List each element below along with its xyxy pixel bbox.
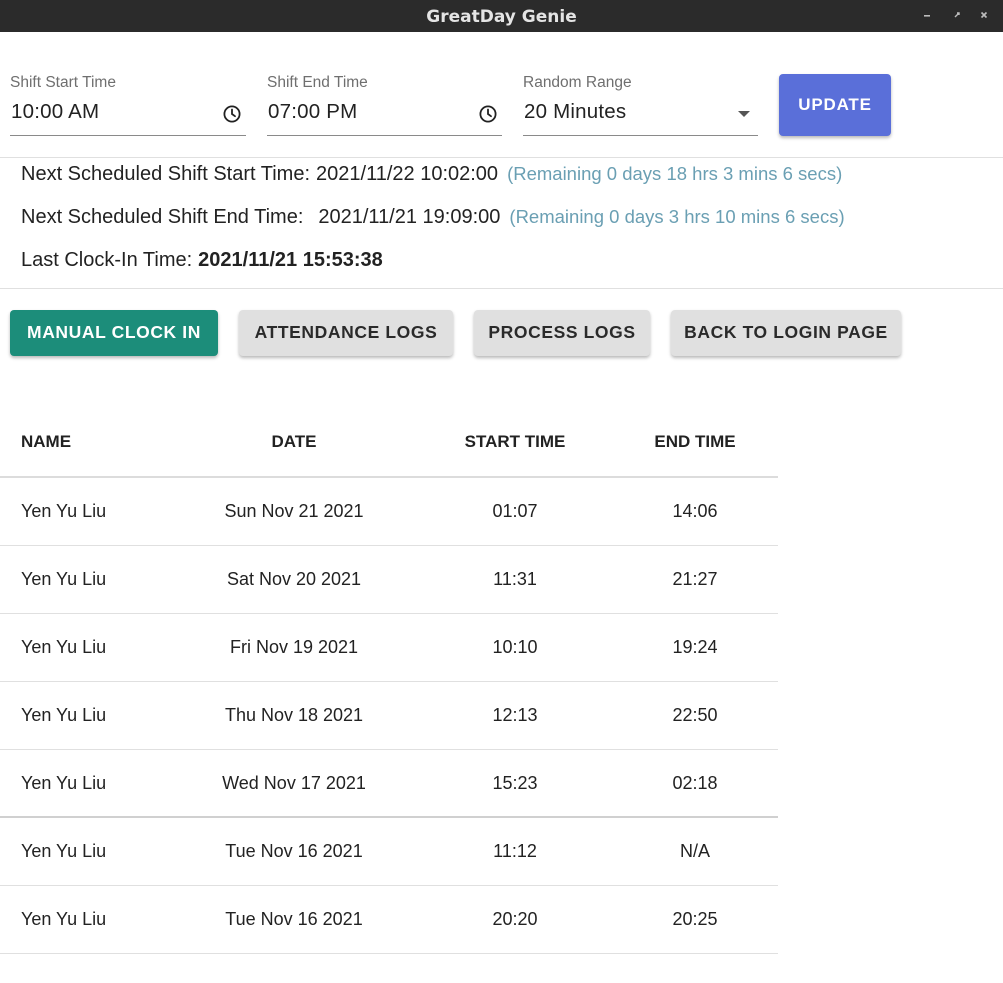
cell-start-time: 11:12 — [493, 841, 537, 861]
back-to-login-button[interactable]: BACK TO LOGIN PAGE — [671, 310, 901, 356]
next-shift-start-remaining: (Remaining 0 days 18 hrs 3 mins 6 secs) — [507, 163, 843, 184]
table-row: Yen Yu Liu Fri Nov 19 2021 10:10 19:24 — [0, 614, 778, 682]
shift-end-time-value[interactable]: 07:00 PM — [268, 100, 357, 124]
last-clock-in-label: Last Clock-In Time: — [21, 249, 193, 271]
last-clock-in-line: Last Clock-In Time: 2021/11/21 15:53:38 — [21, 249, 383, 272]
close-icon[interactable] — [977, 8, 991, 22]
table-row: Yen Yu Liu Tue Nov 16 2021 20:20 20:25 — [0, 886, 778, 954]
cell-name: Yen Yu Liu — [21, 637, 107, 657]
cell-start-time: 01:07 — [492, 501, 538, 521]
cell-date: Fri Nov 19 2021 — [229, 637, 359, 657]
cell-date: Wed Nov 17 2021 — [222, 773, 366, 793]
next-shift-end-value: 2021/11/21 19:09:00 — [318, 206, 501, 228]
cell-date: Tue Nov 16 2021 — [225, 909, 363, 929]
cell-end-time: 21:27 — [672, 569, 718, 589]
random-range-label: Random Range — [523, 74, 632, 91]
cell-name: Yen Yu Liu — [21, 773, 107, 793]
divider — [0, 288, 1003, 289]
cell-start-time: 12:13 — [492, 705, 538, 725]
next-shift-start-label: Next Scheduled Shift Start Time: — [21, 163, 311, 185]
shift-start-time-label: Shift Start Time — [10, 74, 116, 91]
last-clock-in-value: 2021/11/21 15:53:38 — [198, 249, 383, 271]
cell-date: Tue Nov 16 2021 — [225, 841, 363, 861]
clock-icon[interactable] — [222, 104, 242, 124]
column-header-name: NAME — [21, 432, 72, 451]
cell-name: Yen Yu Liu — [21, 569, 107, 589]
attendance-table: NAME DATE START TIME END TIME Yen Yu Liu… — [0, 405, 778, 954]
shift-end-time-label: Shift End Time — [267, 74, 368, 91]
cell-date: Sat Nov 20 2021 — [226, 569, 362, 589]
clock-icon[interactable] — [478, 104, 498, 124]
column-header-date: DATE — [271, 432, 317, 451]
table-header: NAME DATE START TIME END TIME — [0, 405, 778, 478]
table-row: Yen Yu Liu Tue Nov 16 2021 11:12 N/A — [0, 818, 778, 886]
cell-start-time: 15:23 — [492, 773, 538, 793]
table-row: Yen Yu Liu Wed Nov 17 2021 15:23 02:18 — [0, 750, 778, 818]
next-shift-end-line: Next Scheduled Shift End Time: 2021/11/21… — [21, 206, 845, 229]
divider — [0, 157, 1003, 158]
shift-end-time-field[interactable]: Shift End Time 07:00 PM — [267, 62, 502, 136]
cell-end-time: 22:50 — [672, 705, 718, 725]
cell-date: Sun Nov 21 2021 — [224, 501, 364, 521]
table-row: Yen Yu Liu Thu Nov 18 2021 12:13 22:50 — [0, 682, 778, 750]
attendance-logs-button[interactable]: ATTENDANCE LOGS — [239, 310, 453, 356]
next-shift-end-remaining: (Remaining 0 days 3 hrs 10 mins 6 secs) — [509, 206, 845, 227]
table-row: Yen Yu Liu Sat Nov 20 2021 11:31 21:27 — [0, 546, 778, 614]
cell-name: Yen Yu Liu — [21, 909, 107, 929]
column-header-start-time: START TIME — [464, 432, 566, 451]
next-shift-end-label: Next Scheduled Shift End Time: — [21, 206, 304, 228]
table-row: Yen Yu Liu Sun Nov 21 2021 01:07 14:06 — [0, 478, 778, 546]
minimize-icon[interactable] — [920, 8, 934, 22]
cell-end-time: 02:18 — [672, 773, 718, 793]
process-logs-button[interactable]: PROCESS LOGS — [474, 310, 650, 356]
shift-start-time-field[interactable]: Shift Start Time 10:00 AM — [10, 62, 246, 136]
cell-name: Yen Yu Liu — [21, 841, 107, 861]
random-range-value[interactable]: 20 Minutes — [524, 100, 626, 124]
cell-name: Yen Yu Liu — [21, 705, 107, 725]
cell-start-time: 11:31 — [493, 569, 537, 589]
column-header-end-time: END TIME — [654, 432, 736, 451]
cell-end-time: N/A — [679, 841, 711, 861]
window-title: GreatDay Genie — [426, 7, 577, 27]
cell-start-time: 10:10 — [492, 637, 538, 657]
caret-down-icon[interactable] — [734, 104, 754, 124]
cell-end-time: 14:06 — [672, 501, 718, 521]
shift-start-time-value[interactable]: 10:00 AM — [11, 100, 99, 124]
cell-end-time: 19:24 — [672, 637, 718, 657]
maximize-icon[interactable] — [950, 8, 964, 22]
manual-clock-in-button[interactable]: MANUAL CLOCK IN — [10, 310, 218, 356]
next-shift-start-value: 2021/11/22 10:02:00 — [316, 163, 499, 185]
cell-date: Thu Nov 18 2021 — [224, 705, 364, 725]
random-range-select[interactable]: Random Range 20 Minutes — [523, 62, 758, 136]
cell-name: Yen Yu Liu — [21, 501, 107, 521]
next-shift-start-line: Next Scheduled Shift Start Time: 2021/11/… — [21, 163, 842, 186]
update-button[interactable]: UPDATE — [779, 74, 891, 136]
cell-end-time: 20:25 — [672, 909, 718, 929]
cell-start-time: 20:20 — [492, 909, 538, 929]
title-bar: GreatDay Genie — [0, 0, 1003, 32]
